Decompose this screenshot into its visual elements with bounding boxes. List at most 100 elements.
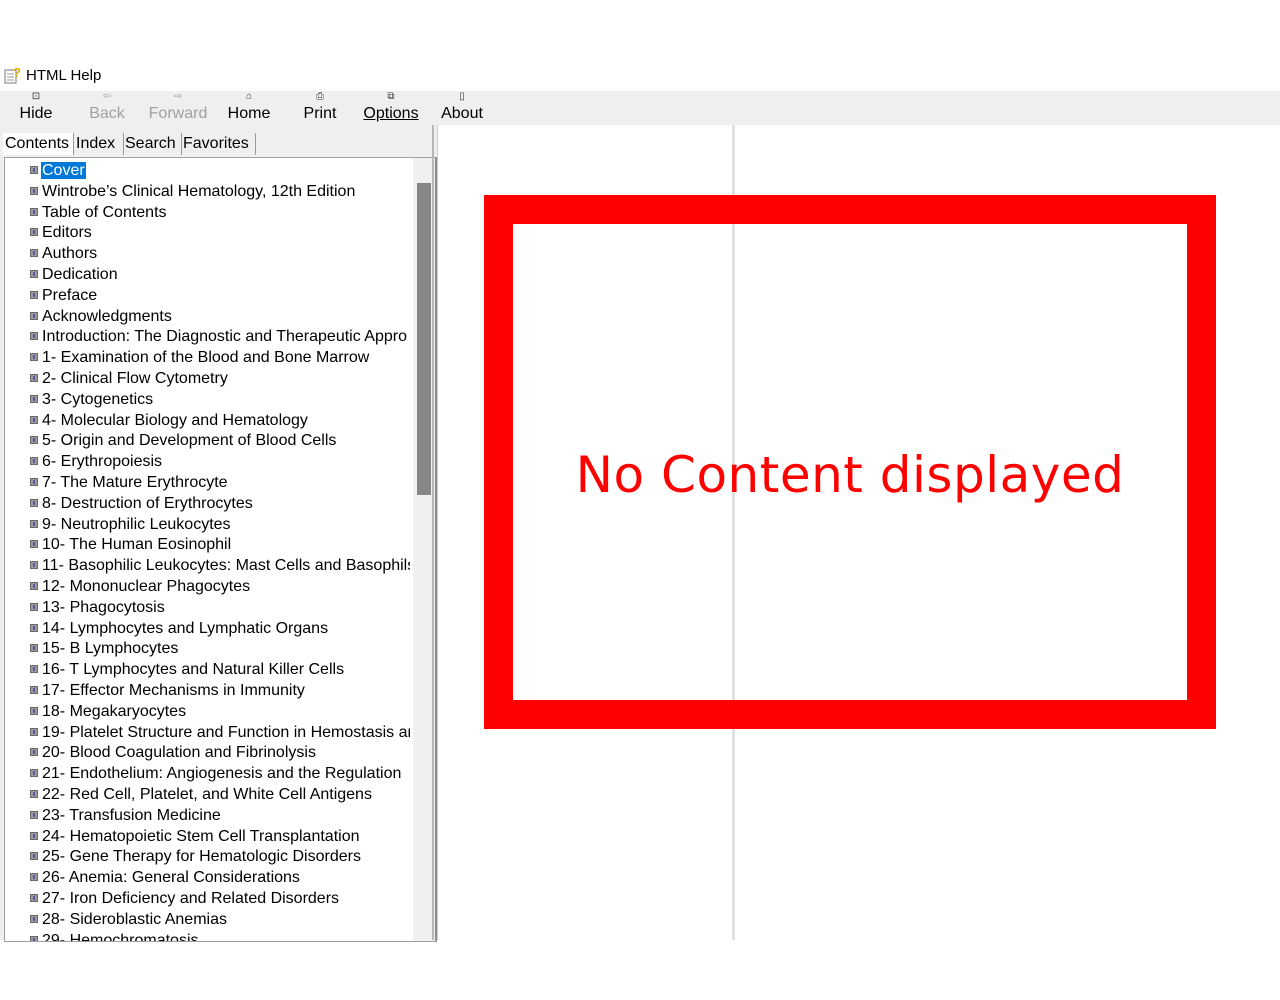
tree-item[interactable]: 20- Blood Coagulation and Fibrinolysis — [30, 742, 317, 763]
about-button[interactable]: ▯ About — [438, 91, 486, 125]
tree-item[interactable]: 11- Basophilic Leukocytes: Mast Cells an… — [30, 555, 410, 576]
tree-item[interactable]: 14- Lymphocytes and Lymphatic Organs — [30, 618, 329, 639]
tab-contents[interactable]: Contents — [3, 133, 74, 155]
tree-item[interactable]: 18- Megakaryocytes — [30, 701, 187, 722]
tree-item[interactable]: 19- Platelet Structure and Function in H… — [30, 722, 410, 743]
tree-item[interactable]: Acknowledgments — [30, 306, 173, 327]
topic-page-icon — [30, 498, 38, 507]
tree-item-label: Preface — [42, 286, 98, 304]
toolbar: ⊡ Hide ⇦ Back ⇨ Forward ⌂ Home ⎙ Print ⧉… — [0, 91, 1280, 125]
tree-item[interactable]: 3- Cytogenetics — [30, 389, 154, 410]
tree-item[interactable]: Authors — [30, 243, 98, 264]
tree-item[interactable]: 9- Neutrophilic Leukocytes — [30, 514, 232, 535]
topic-page-icon — [30, 914, 38, 923]
hide-button[interactable]: ⊡ Hide — [14, 91, 58, 125]
tree-item[interactable]: 16- T Lymphocytes and Natural Killer Cel… — [30, 659, 345, 680]
tree-item[interactable]: 12- Mononuclear Phagocytes — [30, 576, 251, 597]
topic-page-icon — [30, 665, 38, 674]
topic-page-icon — [30, 810, 38, 819]
contents-tree: Cover Wintrobe’s Clinical Hematology, 12t… — [4, 157, 437, 942]
tree-item[interactable]: 21- Endothelium: Angiogenesis and the Re… — [30, 763, 402, 784]
forward-button[interactable]: ⇨ Forward — [145, 91, 211, 125]
topic-page-icon — [30, 623, 38, 632]
home-icon: ⌂ — [245, 91, 253, 102]
tree-item[interactable]: 17- Effector Mechanisms in Immunity — [30, 680, 306, 701]
hide-pane-icon: ⊡ — [31, 91, 41, 102]
tab-index[interactable]: Index — [74, 133, 124, 155]
tree-item[interactable]: 10- The Human Eosinophil — [30, 534, 232, 555]
tree-item-label: 7- The Mature Erythrocyte — [42, 474, 228, 491]
contents-tree-list: Cover Wintrobe’s Clinical Hematology, 12t… — [5, 158, 410, 941]
tree-item[interactable]: 26- Anemia: General Considerations — [30, 867, 301, 888]
tree-item-label: 6- Erythropoiesis — [42, 453, 163, 471]
topic-page-icon — [30, 415, 38, 424]
tree-item[interactable]: 13- Phagocytosis — [30, 597, 166, 618]
tree-item[interactable]: Table of Contents — [30, 202, 168, 223]
tree-item-label: 29- Hemochromatosis — [42, 931, 199, 941]
tree-item[interactable]: 27- Iron Deficiency and Related Disorder… — [30, 888, 340, 909]
tree-item[interactable]: 4- Molecular Biology and Hematology — [30, 410, 309, 431]
topic-page-icon — [30, 290, 38, 299]
tree-item[interactable]: 24- Hematopoietic Stem Cell Transplantat… — [30, 826, 361, 847]
options-button[interactable]: ⧉ Options — [360, 91, 422, 125]
tab-favorites[interactable]: Favorites — [181, 133, 256, 155]
tree-item-label: 10- The Human Eosinophil — [42, 536, 232, 554]
tree-item[interactable]: 25- Gene Therapy for Hematologic Disorde… — [30, 846, 362, 867]
tree-item[interactable]: Cover — [30, 160, 86, 181]
tree-item-label: 26- Anemia: General Considerations — [42, 869, 300, 887]
tree-item-label: Cover — [41, 162, 86, 179]
tree-item-label: 20- Blood Coagulation and Fibrinolysis — [42, 744, 316, 762]
tree-item-label: 18- Megakaryocytes — [42, 702, 187, 720]
tree-item-label: 4- Molecular Biology and Hematology — [42, 411, 308, 429]
no-content-message: No Content displayed — [575, 446, 1125, 504]
home-button[interactable]: ⌂ Home — [225, 91, 273, 125]
tree-item-label: 2- Clinical Flow Cytometry — [42, 370, 228, 387]
tree-item[interactable]: 6- Erythropoiesis — [30, 451, 163, 472]
topic-page-icon — [30, 935, 38, 941]
tree-item[interactable]: 2- Clinical Flow Cytometry — [30, 368, 229, 389]
topic-page-icon — [30, 602, 38, 611]
tree-item[interactable]: 5- Origin and Development of Blood Cells — [30, 430, 337, 451]
topic-page-icon — [30, 436, 38, 445]
arrow-left-icon: ⇦ — [102, 91, 112, 102]
topic-page-icon — [30, 831, 38, 840]
tree-item[interactable]: Introduction: The Diagnostic and Therape… — [30, 326, 408, 347]
tree-item-label: 16- T Lymphocytes and Natural Killer Cel… — [42, 661, 345, 679]
tree-item[interactable]: 15- B Lymphocytes — [30, 638, 179, 659]
topic-page-icon — [30, 790, 38, 798]
tree-item-label: 14- Lymphocytes and Lymphatic Organs — [42, 619, 329, 637]
back-button[interactable]: ⇦ Back — [84, 91, 130, 125]
tree-item[interactable]: 23- Transfusion Medicine — [30, 805, 222, 826]
topic-page-icon — [30, 748, 38, 757]
tree-item[interactable]: 22- Red Cell, Platelet, and White Cell A… — [30, 784, 373, 805]
tree-item[interactable]: Dedication — [30, 264, 119, 285]
scrollbar-thumb[interactable] — [417, 183, 431, 495]
tree-item-label: 17- Effector Mechanisms in Immunity — [42, 682, 305, 699]
tree-item[interactable]: Editors — [30, 222, 93, 243]
print-button[interactable]: ⎙ Print — [299, 91, 341, 125]
tree-item[interactable]: Wintrobe’s Clinical Hematology, 12th Edi… — [30, 181, 356, 202]
tree-item-label: Table of Contents — [42, 203, 167, 221]
tree-item-label: 28- Sideroblastic Anemias — [42, 910, 227, 928]
tree-item-label: 15- B Lymphocytes — [42, 640, 179, 658]
topic-page-icon — [30, 852, 38, 861]
tree-item[interactable]: Preface — [30, 285, 98, 306]
tree-item[interactable]: 7- The Mature Erythrocyte — [30, 472, 229, 493]
topic-page-icon — [30, 561, 38, 570]
tree-item-label: Introduction: The Diagnostic and Therape… — [42, 328, 407, 346]
tree-item[interactable]: 8- Destruction of Erythrocytes — [30, 493, 254, 514]
topic-page-icon — [30, 478, 38, 486]
tab-search[interactable]: Search — [123, 133, 182, 155]
tree-item[interactable]: 29- Hemochromatosis — [30, 930, 200, 941]
topic-page-icon — [30, 228, 38, 237]
topic-page-icon — [30, 894, 38, 902]
tree-item[interactable]: 1- Examination of the Blood and Bone Mar… — [30, 347, 370, 368]
no-content-placeholder: No Content displayed — [484, 195, 1216, 729]
tree-item-label: 12- Mononuclear Phagocytes — [42, 578, 251, 595]
tree-item-label: 11- Basophilic Leukocytes: Mast Cells an… — [42, 557, 410, 575]
tree-item-label: 9- Neutrophilic Leukocytes — [42, 515, 231, 533]
topic-page-icon — [30, 249, 38, 258]
topic-page-icon — [30, 519, 38, 528]
help-book-icon: ? — [4, 66, 21, 84]
tree-item[interactable]: 28- Sideroblastic Anemias — [30, 909, 228, 930]
